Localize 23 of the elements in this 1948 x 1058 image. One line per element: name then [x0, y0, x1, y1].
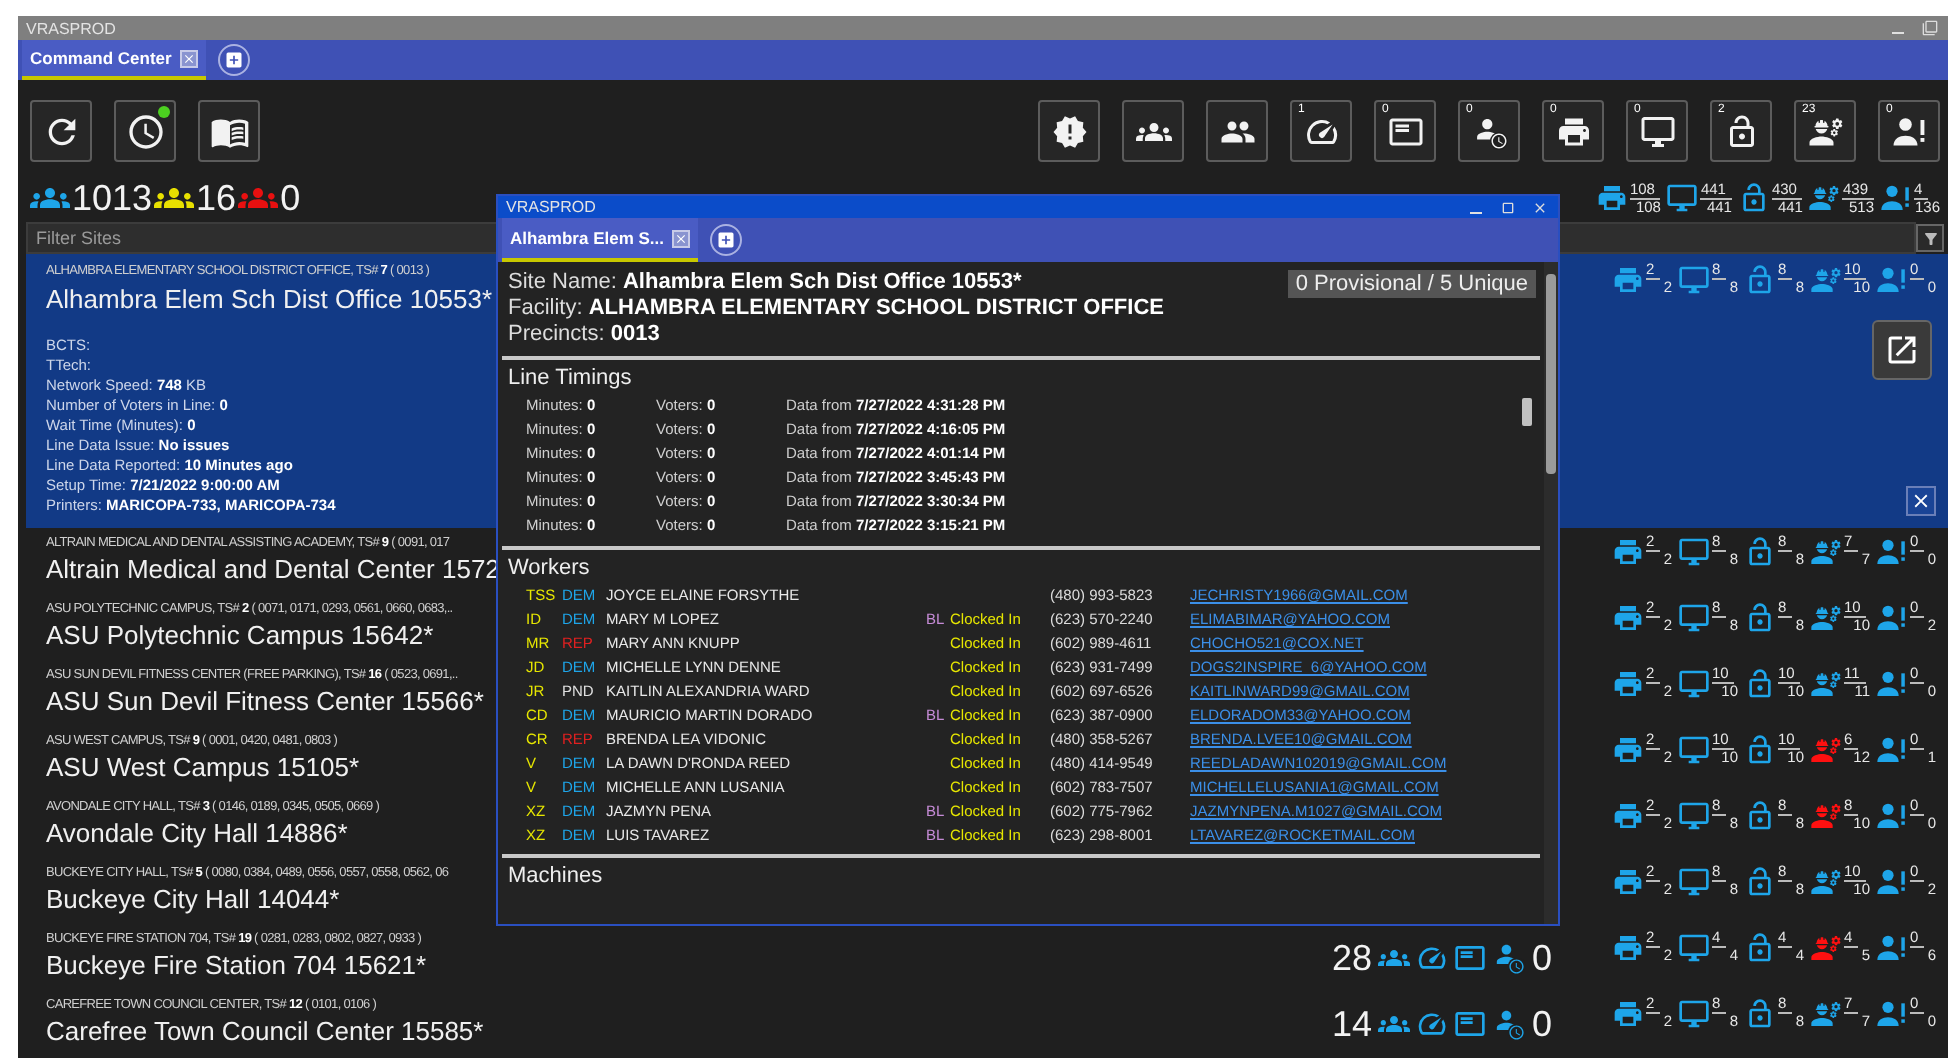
voter-count: 28	[1331, 937, 1372, 977]
waiting-count: 0	[1531, 937, 1552, 977]
site-name: Carefree Town Council Center 15585*	[46, 1014, 486, 1050]
people-count: 16	[196, 178, 237, 218]
site-name: Buckeye City Hall 14044*	[46, 882, 342, 918]
info-line: Facility: ALHAMBRA ELEMENTARY SCHOOL DISTRICT OFFICE	[508, 296, 1164, 322]
section-heading: Machines	[506, 862, 605, 892]
people-count: 0	[280, 178, 301, 218]
info-line: Site Name: Alhambra Elem Sch Dist Office 10553*	[508, 270, 1024, 296]
people-count: 1013	[72, 178, 153, 218]
info-line: Precincts: 0013	[508, 322, 662, 348]
provisional-badge: 0 Provisional / 5 Unique	[1287, 270, 1536, 298]
site-name: ASU Polytechnic Campus 15642*	[46, 618, 436, 654]
window-title: VRASPROD	[506, 198, 596, 216]
site-name: Buckeye Fire Station 704 15621*	[46, 948, 429, 984]
window-title: VRASPROD	[26, 19, 116, 37]
site-name: ASU Sun Devil Fitness Center 15566*	[46, 684, 486, 720]
site-name: Avondale City Hall 14886*	[46, 816, 350, 852]
section-heading: Line Timings	[506, 364, 634, 394]
voter-count: 14	[1331, 1003, 1372, 1043]
section-heading: Workers	[506, 554, 592, 584]
waiting-count: 0	[1531, 1003, 1552, 1043]
site-name: ASU West Campus 15105*	[46, 750, 362, 786]
